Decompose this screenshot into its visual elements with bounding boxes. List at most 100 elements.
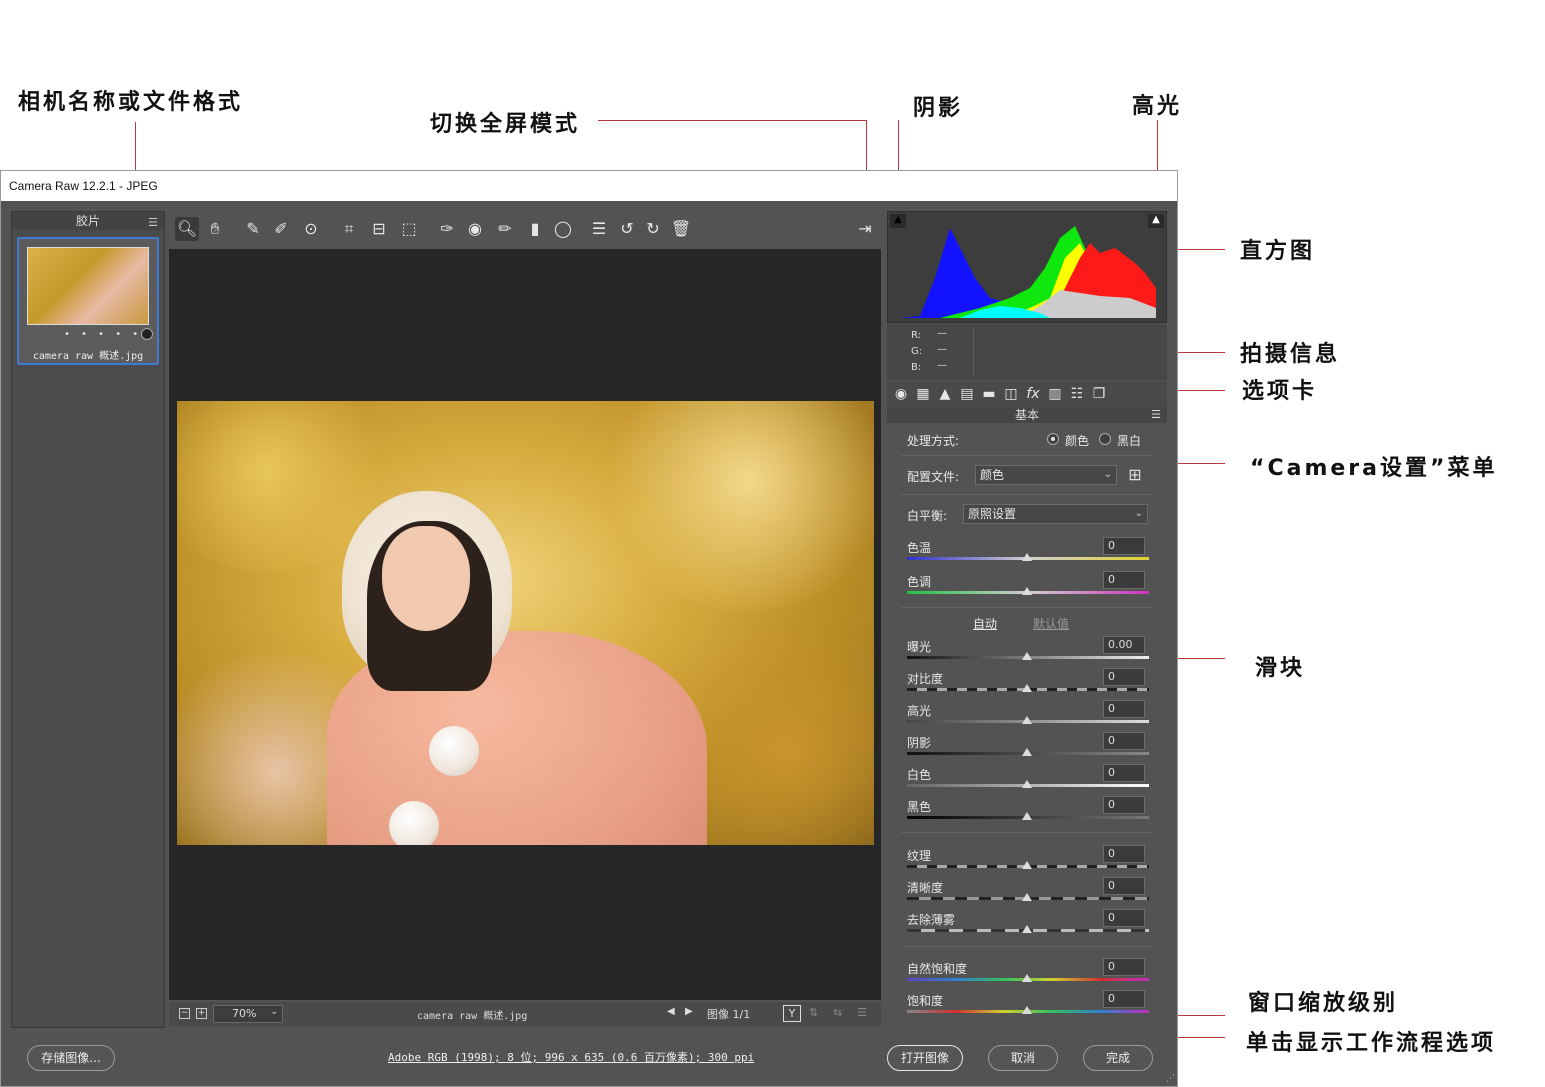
profile-select[interactable]: 颜色 ⌄: [975, 465, 1117, 485]
chevron-down-icon: ⌄: [1103, 469, 1112, 480]
profile-browser-icon[interactable]: ⊞: [1125, 465, 1145, 485]
filmstrip-menu-icon[interactable]: ☰: [148, 214, 158, 232]
fullscreen-toggle-icon[interactable]: ⇥: [853, 217, 877, 241]
crop-tool-icon[interactable]: ⌗: [337, 217, 361, 241]
treatment-bw-radio[interactable]: [1099, 433, 1111, 445]
white-balance-value: 原照设置: [968, 507, 1017, 521]
slider-label: 黑色: [907, 800, 932, 814]
zoom-out-button[interactable]: −: [179, 1008, 190, 1019]
divider: [901, 607, 1153, 608]
next-image-icon[interactable]: ▶: [685, 1006, 693, 1017]
slider-handle[interactable]: [1022, 748, 1032, 756]
preview-statusbar: − + 70% ⌄ camera raw 概述.jpg ◀ ▶ 图像 1/1 Y…: [169, 1002, 881, 1026]
calibration-tab-icon[interactable]: ▥: [1045, 384, 1065, 404]
done-button[interactable]: 完成: [1083, 1045, 1153, 1071]
shooting-info: R: — G: — B: —: [887, 324, 1167, 380]
auto-button[interactable]: 自动: [973, 615, 997, 632]
treatment-color-label: 颜色: [1065, 434, 1090, 448]
tone-curve-tab-icon[interactable]: ▦: [913, 384, 933, 404]
targeted-adjustment-tool-icon[interactable]: ⊙: [299, 217, 323, 241]
red-eye-tool-icon[interactable]: ◉: [463, 217, 487, 241]
slider-value-input[interactable]: 0: [1103, 700, 1145, 718]
slider-value-input[interactable]: 0: [1103, 909, 1145, 927]
slider-handle[interactable]: [1022, 893, 1032, 901]
delete-icon[interactable]: 🗑︎: [669, 217, 693, 241]
slider-handle[interactable]: [1022, 974, 1032, 982]
preferences-icon[interactable]: ☰: [587, 217, 611, 241]
straighten-tool-icon[interactable]: ⊟: [367, 217, 391, 241]
prev-image-icon[interactable]: ◀: [667, 1006, 675, 1017]
zoom-in-button[interactable]: +: [196, 1008, 207, 1019]
slider-value-input[interactable]: 0: [1103, 796, 1145, 814]
snapshots-tab-icon[interactable]: ❐: [1089, 384, 1109, 404]
cancel-button[interactable]: 取消: [988, 1045, 1058, 1071]
treatment-color-radio[interactable]: [1047, 433, 1059, 445]
slider-value-input[interactable]: 0: [1103, 732, 1145, 750]
radial-filter-icon[interactable]: ◯: [551, 217, 575, 241]
slider-handle[interactable]: [1022, 716, 1032, 724]
slider-value-input[interactable]: 0: [1103, 845, 1145, 863]
compare-view-button[interactable]: Y: [783, 1005, 801, 1022]
slider-label: 对比度: [907, 672, 944, 686]
presets-tab-icon[interactable]: ☷: [1067, 384, 1087, 404]
callout-camera-settings-menu: “Camera设置”菜单: [1250, 456, 1498, 481]
slider-handle[interactable]: [1022, 652, 1032, 660]
swap-settings-icon[interactable]: ⇅: [809, 1006, 818, 1019]
zoom-level-select[interactable]: 70% ⌄: [213, 1005, 283, 1023]
resize-grip-icon[interactable]: ⋰: [1166, 1074, 1175, 1084]
transform-tool-icon[interactable]: ⬚: [397, 217, 421, 241]
save-image-button[interactable]: 存储图像...: [27, 1045, 115, 1071]
hsl-tab-icon[interactable]: ▤: [957, 384, 977, 404]
basic-tab-icon[interactable]: ◉: [891, 384, 911, 404]
rotate-right-icon[interactable]: ↻: [641, 217, 665, 241]
slider-handle[interactable]: [1022, 684, 1032, 692]
effects-tab-icon[interactable]: fx: [1023, 384, 1043, 404]
filmstrip-title: 胶片: [75, 214, 100, 228]
detail-tab-icon[interactable]: ▲: [935, 384, 955, 404]
camera-settings-menu-icon[interactable]: ☰: [1151, 407, 1161, 423]
slider-handle[interactable]: [1022, 812, 1032, 820]
slider-handle[interactable]: [1022, 1006, 1032, 1014]
slider-value-input[interactable]: 0: [1103, 668, 1145, 686]
lens-corrections-tab-icon[interactable]: ◫: [1001, 384, 1021, 404]
adjustment-brush-icon[interactable]: ✏: [493, 217, 517, 241]
slider-value-input[interactable]: 0: [1103, 764, 1145, 782]
slider-value-input[interactable]: 0: [1103, 958, 1145, 976]
slider-value-input[interactable]: 0: [1103, 877, 1145, 895]
open-image-button[interactable]: 打开图像: [887, 1045, 963, 1071]
hand-tool-icon[interactable]: ✋︎: [203, 217, 227, 241]
split-toning-tab-icon[interactable]: ▬: [979, 384, 999, 404]
copy-settings-icon[interactable]: ⇆: [833, 1006, 842, 1019]
slider-handle[interactable]: [1022, 861, 1032, 869]
slider-handle[interactable]: [1022, 925, 1032, 933]
default-button[interactable]: 默认值: [1033, 615, 1069, 632]
color-sampler-tool-icon[interactable]: ✐: [269, 217, 293, 241]
divider: [901, 832, 1153, 833]
slider-handle[interactable]: [1022, 553, 1032, 561]
slider-value-input[interactable]: 0: [1103, 537, 1145, 555]
graduated-filter-icon[interactable]: ▮: [523, 217, 547, 241]
view-settings-icon[interactable]: ☰: [857, 1006, 867, 1019]
slider-value-input[interactable]: 0: [1103, 990, 1145, 1008]
photo-pompom: [389, 801, 439, 845]
rating-dots[interactable]: • • • • •: [64, 329, 142, 340]
slider-handle[interactable]: [1022, 780, 1032, 788]
photo-preview: [177, 401, 874, 845]
spot-removal-tool-icon[interactable]: ✑: [435, 217, 459, 241]
zoom-tool-icon[interactable]: 🔍︎: [175, 217, 199, 241]
callout-histogram: 直方图: [1240, 239, 1316, 264]
slider-value-input[interactable]: 0: [1103, 571, 1145, 589]
filmstrip-panel: 胶片 ☰ • • • • • camera raw 概述.jpg: [11, 211, 165, 1028]
white-balance-select[interactable]: 原照设置 ⌄: [963, 504, 1148, 524]
rotate-left-icon[interactable]: ↺: [615, 217, 639, 241]
callout-camera-name: 相机名称或文件格式: [18, 90, 244, 115]
toolbar: 🔍︎ ✋︎ ✎ ✐ ⊙ ⌗ ⊟ ⬚ ✑ ◉ ✏ ▮ ◯ ☰ ↺ ↻ 🗑︎ ⇥: [169, 211, 881, 247]
filmstrip-item[interactable]: • • • • • camera raw 概述.jpg: [17, 237, 159, 365]
rgb-b-label: B:: [911, 362, 922, 373]
slider-label: 曝光: [907, 640, 932, 654]
slider-handle[interactable]: [1022, 587, 1032, 595]
workflow-options-link[interactable]: Adobe RGB (1998); 8 位; 996 x 635 (0.6 百万…: [388, 1049, 754, 1065]
image-preview[interactable]: [169, 249, 881, 1000]
white-balance-tool-icon[interactable]: ✎: [241, 217, 265, 241]
slider-value-input[interactable]: 0.00: [1103, 636, 1145, 654]
